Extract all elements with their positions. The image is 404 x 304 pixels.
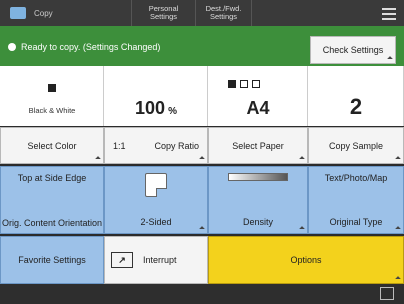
orientation-value: Top at Side Edge	[17, 173, 87, 183]
two-sided-icon	[145, 173, 167, 197]
ratio-value-wrap: 100%	[104, 98, 208, 119]
check-settings-label: Check Settings	[322, 45, 384, 55]
corner-arrow-icon	[299, 226, 305, 232]
settings-summary: Black & White 100% A4 2	[0, 66, 404, 126]
dest-fwd-settings-button[interactable]: Dest./Fwd. Settings	[196, 0, 252, 26]
ratio-value: 100	[135, 98, 166, 118]
ratio-unit: %	[168, 106, 177, 117]
interrupt-button[interactable]: ↗ Interrupt	[104, 236, 208, 284]
copy-ratio-label: Copy Ratio	[154, 140, 199, 151]
ready-icon	[8, 43, 16, 51]
black-white-icon	[48, 84, 56, 92]
density-label: Density	[242, 217, 273, 227]
status-text: Ready to copy. (Settings Changed)	[21, 42, 161, 52]
copy-tab[interactable]: Copy	[0, 0, 132, 26]
copy-icon	[10, 7, 26, 19]
interrupt-icon: ↗	[111, 252, 133, 268]
select-color-label: Select Color	[27, 140, 77, 151]
corner-arrow-icon	[199, 156, 205, 162]
ratio-display: 100%	[104, 66, 208, 126]
copy-ratio-button[interactable]: 1:1 Copy Ratio	[104, 127, 208, 164]
check-settings-button[interactable]: Check Settings	[310, 36, 396, 64]
copy-sample-button[interactable]: Copy Sample	[308, 127, 404, 164]
original-type-value: Text/Photo/Map	[324, 173, 388, 183]
ratio-prefix: 1:1	[113, 140, 126, 151]
density-button[interactable]: Density	[208, 166, 308, 234]
select-paper-label: Select Paper	[232, 140, 284, 151]
paper-size-value: A4	[246, 98, 270, 118]
corner-arrow-icon	[299, 156, 305, 162]
original-type-label: Original Type	[329, 217, 383, 227]
two-sided-label: 2-Sided	[140, 217, 172, 227]
select-color-button[interactable]: Select Color	[0, 127, 104, 164]
status-message: Ready to copy. (Settings Changed)	[8, 42, 160, 52]
copy-screen: Copy Personal Settings Dest./Fwd. Settin…	[0, 0, 404, 304]
color-mode-value: Black & White	[28, 106, 76, 115]
bottom-bar	[0, 284, 404, 304]
interrupt-label: Interrupt	[143, 255, 177, 265]
corner-arrow-icon	[395, 156, 401, 162]
copy-sample-label: Copy Sample	[328, 140, 384, 151]
orig-content-orientation-button[interactable]: Top at Side Edge Orig. Content Orientati…	[0, 166, 104, 234]
copies-value: 2	[349, 94, 363, 119]
color-mode-display: Black & White	[0, 66, 104, 126]
options-label: Options	[290, 255, 322, 265]
menu-icon[interactable]	[380, 5, 398, 21]
select-paper-button[interactable]: Select Paper	[208, 127, 308, 164]
density-gauge-icon	[228, 173, 288, 181]
top-bar: Copy Personal Settings Dest./Fwd. Settin…	[0, 0, 404, 26]
copies-display[interactable]: 2	[308, 66, 404, 126]
corner-arrow-icon	[395, 226, 401, 232]
original-type-button[interactable]: Text/Photo/Map Original Type	[308, 166, 404, 234]
favorite-settings-label: Favorite Settings	[18, 255, 86, 265]
paper-display: A4	[208, 66, 308, 126]
corner-arrow-icon	[95, 156, 101, 162]
orientation-label: Orig. Content Orientation	[1, 218, 103, 228]
copy-tab-label: Copy	[34, 8, 53, 18]
favorite-settings-button[interactable]: Favorite Settings	[0, 236, 104, 284]
two-sided-button[interactable]: 2-Sided	[104, 166, 208, 234]
personal-settings-button[interactable]: Personal Settings	[132, 0, 196, 26]
corner-arrow-icon	[395, 276, 401, 282]
edit-icon[interactable]	[380, 287, 394, 300]
corner-arrow-icon	[387, 56, 393, 62]
corner-arrow-icon	[199, 226, 205, 232]
paper-source-icons	[228, 80, 260, 88]
options-button[interactable]: Options	[208, 236, 404, 284]
